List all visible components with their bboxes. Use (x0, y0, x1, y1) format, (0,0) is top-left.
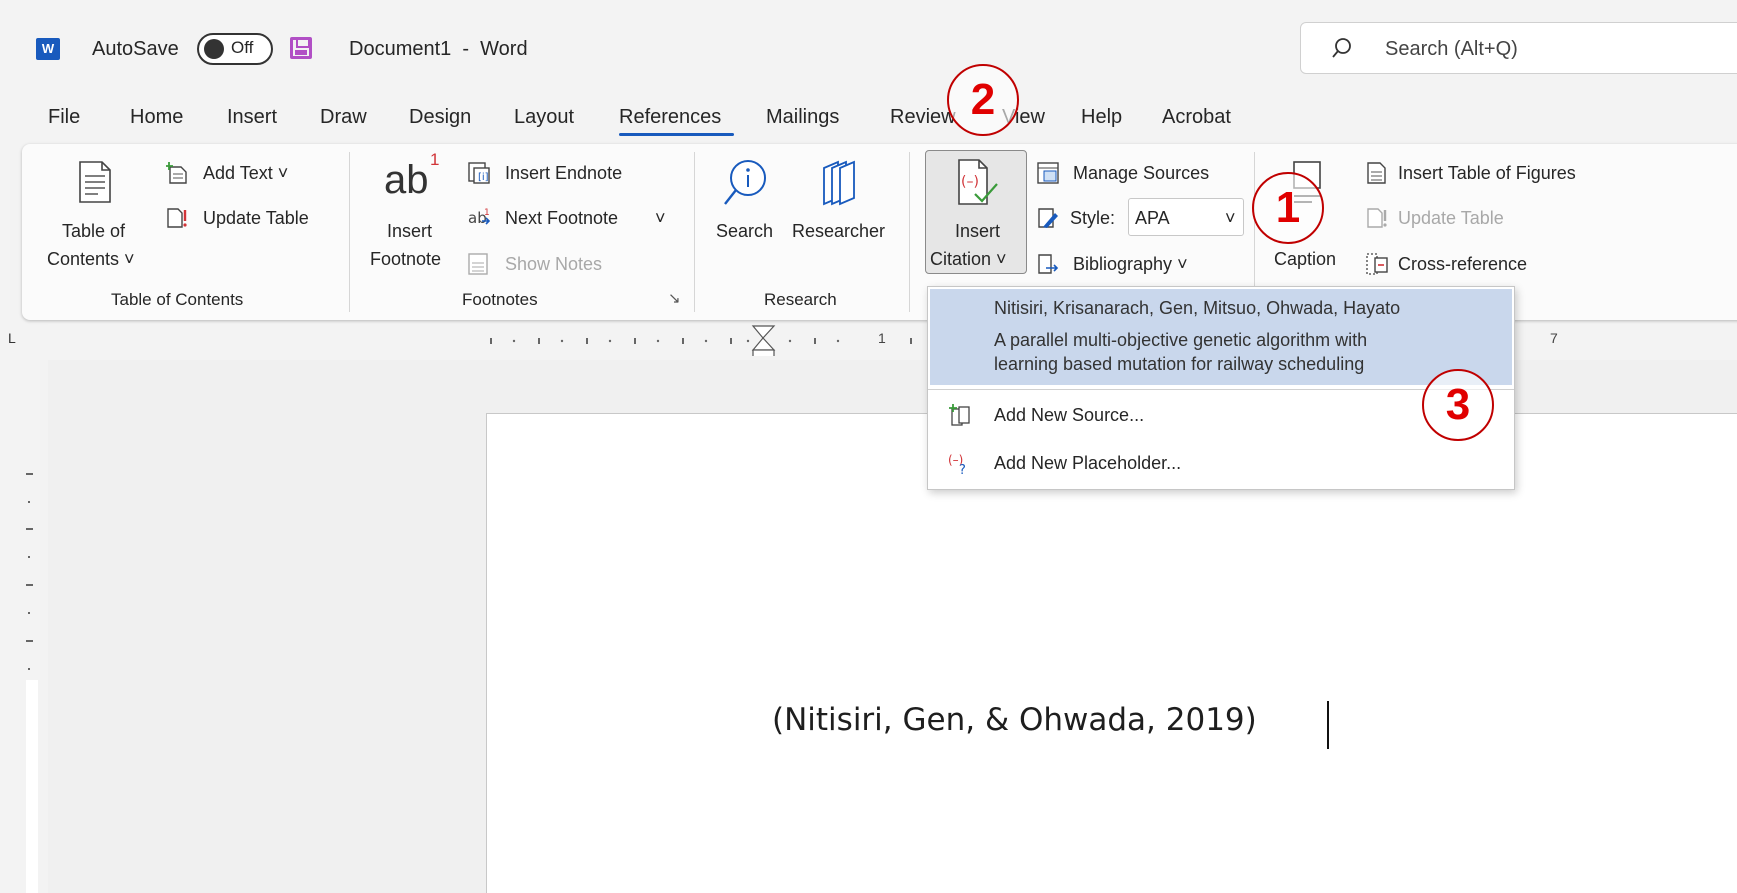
source-authors: Nitisiri, Krisanarach, Gen, Mitsuo, Ohwa… (994, 298, 1401, 318)
footnotes-dialog-launcher-icon[interactable]: ↘ (668, 289, 681, 307)
insert-caption-button[interactable]: Caption (1274, 248, 1336, 270)
insert-table-of-figures-icon (1367, 162, 1386, 184)
svg-text:(–): (–) (961, 174, 979, 190)
source-title-line-2: learning based mutation for railway sche… (994, 354, 1365, 374)
next-footnote-dropdown-icon[interactable]: ˅ (655, 207, 666, 229)
word-app-icon: W (36, 38, 60, 60)
tab-acrobat[interactable]: Acrobat (1162, 104, 1231, 130)
tab-draw[interactable]: Draw (320, 104, 367, 130)
tab-home[interactable]: Home (130, 104, 183, 130)
update-table-icon (167, 208, 187, 228)
vertical-ruler[interactable] (8, 360, 38, 893)
annotation-marker-2: 2 (947, 64, 1019, 136)
manage-sources-button[interactable]: Manage Sources (1073, 162, 1209, 184)
group-divider (694, 152, 695, 312)
insert-footnote-label-2[interactable]: Footnote (370, 248, 441, 270)
style-icon (1038, 208, 1058, 228)
ruler-number-7: 7 (1550, 330, 1558, 346)
insert-footnote-label-1[interactable]: Insert (387, 220, 432, 242)
manage-sources-icon (1037, 162, 1059, 184)
text-cursor (1327, 701, 1329, 749)
search-button[interactable]: Search (716, 220, 773, 242)
cross-reference-icon (1366, 253, 1388, 275)
tab-file[interactable]: File (48, 104, 80, 130)
show-notes-icon (468, 253, 488, 275)
update-table-icon (1367, 208, 1387, 228)
tab-layout[interactable]: Layout (514, 104, 574, 130)
footnotes-group-label: Footnotes (462, 290, 538, 309)
search-icon (1332, 38, 1351, 58)
research-group-label: Research (764, 290, 837, 309)
add-new-placeholder-item[interactable]: (–) ? Add New Placeholder... (930, 443, 1512, 485)
researcher-button[interactable]: Researcher (792, 220, 885, 242)
source-title-line-1: A parallel multi-objective genetic algor… (994, 330, 1368, 350)
table-of-contents-label-2[interactable]: Contents ˅ (47, 248, 135, 270)
bibliography-button[interactable]: Bibliography ˅ (1073, 253, 1188, 275)
tab-selector[interactable]: L (8, 330, 16, 346)
cross-reference-button[interactable]: Cross-reference (1398, 253, 1527, 275)
style-label: Style: (1070, 208, 1116, 228)
svg-text:1: 1 (484, 208, 490, 218)
insert-footnote-icon: ab (384, 158, 429, 202)
table-of-contents-label-1[interactable]: Table of (62, 220, 125, 242)
active-tab-indicator (619, 133, 734, 136)
update-table-button[interactable]: Update Table (203, 207, 309, 229)
add-new-placeholder-label: Add New Placeholder... (994, 453, 1182, 473)
annotation-marker-1: 1 (1252, 172, 1324, 244)
add-placeholder-icon: (–) ? (948, 453, 966, 474)
citation-source-item[interactable]: Nitisiri, Krisanarach, Gen, Mitsuo, Ohwa… (930, 289, 1512, 385)
insert-citation-icon: (–) (958, 159, 998, 205)
title-bar: W AutoSave Off Document1 - Word Search (… (0, 0, 1737, 98)
insert-citation-label-1[interactable]: Insert (955, 220, 1000, 242)
insert-endnote-button[interactable]: Insert Endnote (505, 162, 622, 184)
bibliography-icon (1038, 254, 1059, 274)
toggle-knob (204, 39, 224, 59)
ruler-number-1: 1 (878, 330, 886, 346)
tab-insert[interactable]: Insert (227, 104, 277, 130)
tab-references[interactable]: References (619, 104, 721, 130)
insert-endnote-icon: [i] (468, 162, 490, 184)
search-info-icon (724, 160, 766, 205)
tab-mailings[interactable]: Mailings (766, 104, 839, 130)
researcher-icon (823, 160, 855, 206)
footnote-superscript-icon: 1 (430, 150, 440, 169)
show-notes-button: Show Notes (505, 254, 603, 274)
document-title: Document1 - Word (349, 38, 528, 60)
svg-text:[i]: [i] (478, 172, 489, 183)
next-footnote-button[interactable]: Next Footnote (505, 207, 618, 229)
autosave-label: AutoSave (92, 38, 179, 60)
svg-text:?: ? (959, 463, 966, 474)
toc-group-label: Table of Contents (111, 290, 244, 309)
chevron-down-icon: ˅ (1225, 208, 1236, 228)
annotation-marker-3: 3 (1422, 369, 1494, 441)
add-text-button[interactable]: Add Text ˅ (203, 162, 288, 184)
tab-help[interactable]: Help (1081, 104, 1122, 130)
tab-design[interactable]: Design (409, 104, 471, 130)
autosave-state: Off (231, 38, 254, 57)
citation-field[interactable]: (Nitisiri, Gen, & Ohwada, 2019) (772, 702, 1257, 738)
insert-table-of-figures-button[interactable]: Insert Table of Figures (1398, 162, 1576, 184)
next-footnote-icon: ab 1 (468, 208, 490, 227)
tab-review[interactable]: Review (890, 104, 956, 130)
insert-citation-label-2[interactable]: Citation ˅ (930, 248, 1007, 270)
search-box[interactable]: Search (Alt+Q) (1300, 22, 1737, 74)
update-table-figures-button: Update Table (1398, 208, 1504, 228)
add-source-icon (949, 404, 970, 426)
add-text-icon (166, 162, 187, 184)
vertical-ruler-ticks (26, 473, 38, 893)
save-icon[interactable] (290, 37, 312, 59)
group-divider (909, 152, 910, 312)
autosave-toggle[interactable]: Off (197, 33, 273, 65)
add-new-source-label: Add New Source... (994, 405, 1145, 425)
style-select[interactable]: APA ˅ (1128, 198, 1244, 236)
search-placeholder: Search (Alt+Q) (1385, 38, 1518, 60)
style-select-value: APA (1135, 208, 1170, 228)
group-divider (349, 152, 350, 312)
table-of-contents-icon (79, 161, 111, 203)
